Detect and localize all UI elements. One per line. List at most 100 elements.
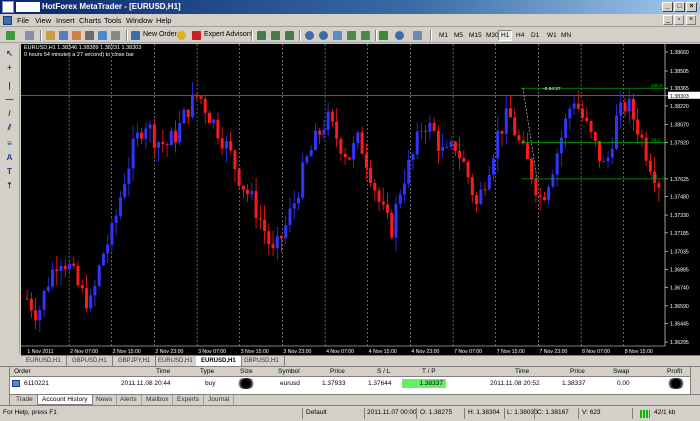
timeframe-mn[interactable]: MN — [558, 30, 574, 41]
fibonacci-icon[interactable]: ≡ — [4, 138, 15, 149]
tab-news[interactable]: News — [92, 395, 118, 405]
chart-tab-3[interactable]: GBPJPY,H1 — [113, 356, 157, 366]
trendline-icon[interactable]: / — [4, 108, 15, 119]
line-chart-icon[interactable] — [284, 30, 295, 41]
candle-body — [212, 119, 216, 124]
title-bar[interactable]: HotForex MetaTrader - [EURUSD,H1] _ □ × — [0, 0, 700, 14]
bar-chart-icon[interactable] — [256, 30, 267, 41]
menu-tools[interactable]: Tools — [104, 16, 122, 25]
timeframe-m1[interactable]: M1 — [436, 30, 451, 41]
zoom-in-icon[interactable] — [304, 30, 315, 41]
candle-body — [127, 168, 131, 184]
templates-icon[interactable] — [412, 30, 423, 41]
new-order-icon[interactable] — [130, 30, 141, 41]
chart-tab-5[interactable]: EURUSD,H1 — [196, 356, 242, 366]
timeframe-m5[interactable]: M5 — [451, 30, 466, 41]
expert-advisors-button[interactable]: Expert Advisors — [204, 31, 253, 38]
vertical-line-icon[interactable]: | — [4, 80, 15, 91]
timeframe-m15[interactable]: M15 — [466, 30, 485, 41]
col-open-price[interactable]: Price — [330, 368, 345, 375]
candle-body — [169, 130, 173, 146]
candle-body — [479, 189, 483, 204]
menu-insert[interactable]: Insert — [56, 16, 75, 25]
data-window-icon[interactable] — [58, 30, 69, 41]
tab-experts[interactable]: Experts — [173, 395, 205, 405]
col-close-time[interactable]: Time — [515, 368, 529, 375]
history-icon[interactable] — [110, 30, 121, 41]
minimize-button[interactable]: _ — [662, 2, 673, 12]
chart-tab-1[interactable]: EURUSD,H1 — [21, 356, 67, 366]
col-open-time[interactable]: Time — [156, 368, 170, 375]
channel-icon[interactable]: ⫽ — [4, 122, 15, 133]
profiles-icon[interactable] — [24, 30, 35, 41]
timeframe-h4[interactable]: H4 — [513, 30, 527, 41]
col-size[interactable]: Size — [240, 368, 253, 375]
col-swap[interactable]: Swap — [613, 368, 629, 375]
periods-icon[interactable] — [394, 30, 405, 41]
chart-shift-icon[interactable] — [360, 30, 371, 41]
auto-scroll-icon[interactable] — [346, 30, 357, 41]
tab-trade[interactable]: Trade — [12, 395, 38, 405]
chart-tab-4[interactable]: EURUSD,H1 — [153, 356, 199, 366]
text-icon[interactable]: A — [4, 152, 15, 163]
col-type[interactable]: Type — [200, 368, 214, 375]
candle-body — [572, 103, 576, 109]
col-symbol[interactable]: Symbol — [278, 368, 300, 375]
tab-mailbox[interactable]: Mailbox — [142, 395, 174, 405]
candle-body — [585, 117, 589, 122]
mdi-restore-button[interactable]: ▫ — [674, 15, 684, 25]
col-order[interactable]: Order — [14, 368, 31, 375]
crosshair-icon[interactable]: + — [4, 62, 15, 73]
candle-body — [29, 298, 33, 311]
strategy-tester-icon[interactable] — [97, 30, 108, 41]
menu-help[interactable]: Help — [156, 16, 171, 25]
col-profit[interactable]: Profit — [667, 368, 682, 375]
col-sl[interactable]: S / L — [377, 368, 390, 375]
metaeditor-icon[interactable] — [176, 30, 187, 41]
menu-view[interactable]: View — [35, 16, 51, 25]
candle-body — [161, 142, 165, 145]
tab-alerts[interactable]: Alerts — [116, 395, 142, 405]
horizontal-line-icon[interactable]: — — [4, 94, 15, 105]
menu-file[interactable]: File — [17, 16, 29, 25]
tab-journal[interactable]: Journal — [204, 395, 235, 405]
candlestick-icon[interactable] — [270, 30, 281, 41]
candle-body — [593, 131, 597, 141]
timeframe-d1[interactable]: D1 — [528, 30, 542, 41]
indicators-icon[interactable] — [378, 30, 389, 41]
chart-area[interactable]: 1 Nov 2011 2 Nov 07:00 2 Nov 15:00 2 Nov 23… — [21, 44, 700, 355]
table-row[interactable]: 6110221 2011.11.08 20:44 buy eurusd 1.37… — [10, 378, 700, 389]
mdi-icon[interactable] — [3, 16, 12, 25]
candle-body — [347, 157, 351, 160]
text-label-icon[interactable]: T — [4, 166, 15, 177]
chart-tab-6[interactable]: GBPUSD,H1 — [239, 356, 285, 366]
arrows-icon[interactable]: ⇡ — [4, 180, 15, 191]
close-button[interactable]: × — [686, 2, 697, 12]
terminal-icon[interactable] — [84, 30, 95, 41]
candle-body — [144, 128, 148, 139]
navigator-icon[interactable] — [71, 30, 82, 41]
price-chart[interactable]: 1 Nov 2011 2 Nov 07:00 2 Nov 15:00 2 Nov 23… — [21, 44, 700, 355]
new-order-button[interactable]: New Order — [143, 31, 177, 38]
price-label: 1.36740 — [670, 285, 689, 291]
terminal-scrollbar[interactable] — [690, 367, 700, 397]
maximize-button[interactable]: □ — [674, 2, 685, 12]
chart-tab-2[interactable]: GBPUSD,H1 — [67, 356, 113, 366]
status-profile[interactable]: Default — [306, 409, 327, 416]
new-chart-icon[interactable] — [5, 30, 16, 41]
fib-label: 100.0 — [651, 83, 663, 88]
menu-window[interactable]: Window — [126, 16, 153, 25]
col-tp[interactable]: T / P — [422, 368, 436, 375]
cursor-icon[interactable]: ↖ — [4, 48, 15, 59]
market-watch-icon[interactable] — [45, 30, 56, 41]
mdi-close-button[interactable]: × — [686, 15, 696, 25]
tab-account-history[interactable]: Account History — [37, 395, 93, 405]
tile-windows-icon[interactable] — [332, 30, 343, 41]
mdi-minimize-button[interactable]: _ — [663, 15, 673, 25]
candle-body — [305, 156, 309, 163]
timeframe-h1[interactable]: H1 — [498, 30, 513, 41]
expert-advisors-icon[interactable] — [191, 30, 202, 41]
col-close-price[interactable]: Price — [570, 368, 585, 375]
menu-charts[interactable]: Charts — [79, 16, 101, 25]
zoom-out-icon[interactable] — [318, 30, 329, 41]
